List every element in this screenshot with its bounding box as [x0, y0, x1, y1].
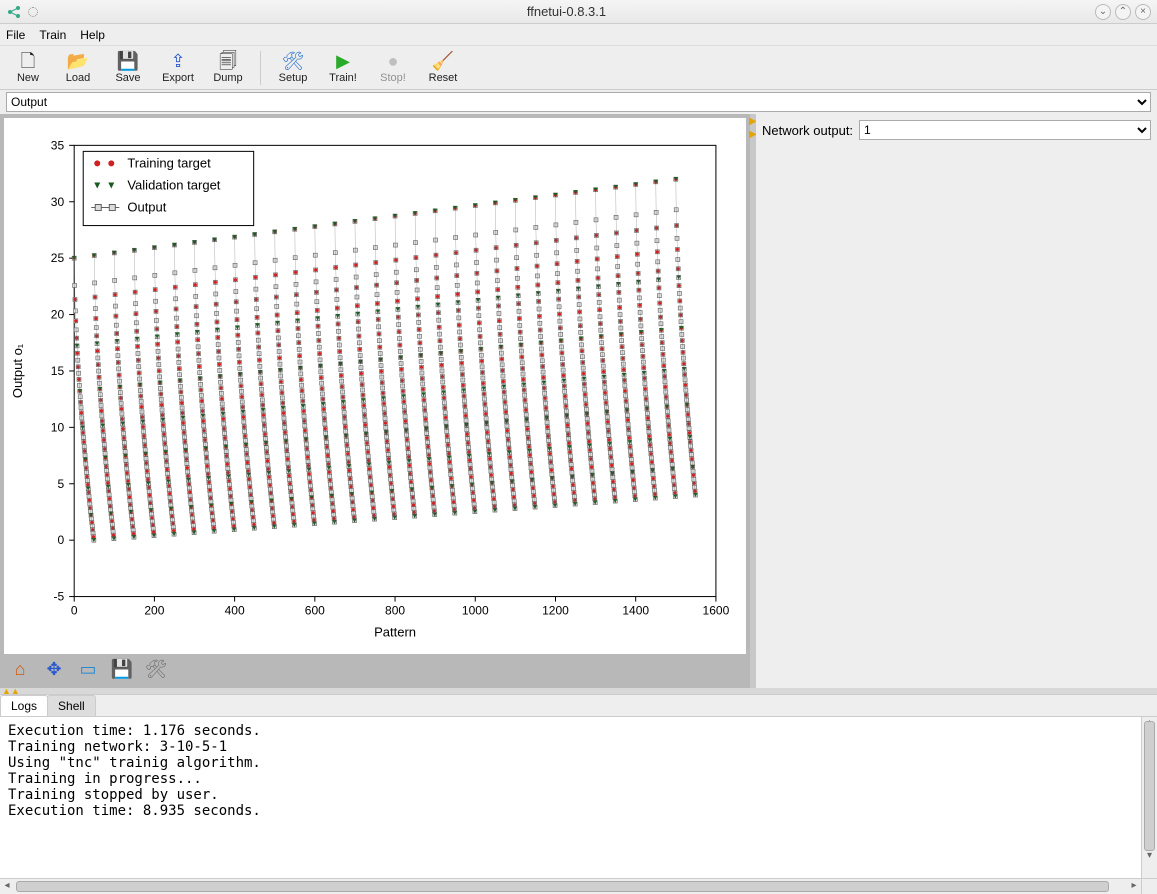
minimize-button[interactable]: ⌄ — [1095, 4, 1111, 20]
floppy-icon: 💾 — [117, 52, 139, 72]
save-label: Save — [115, 72, 140, 84]
svg-text:10: 10 — [51, 420, 65, 434]
tools-icon: 🛠 — [282, 52, 305, 72]
plot-home-button[interactable]: ⌂ — [8, 657, 32, 681]
plot-save-button[interactable]: 💾 — [110, 657, 134, 681]
scroll-down-icon[interactable]: ▾ — [1142, 850, 1157, 864]
scroll-left-icon[interactable]: ◂ — [0, 879, 14, 894]
log-text[interactable]: Execution time: 1.176 seconds. Training … — [0, 717, 1141, 878]
bottom-panel: Logs Shell Execution time: 1.176 seconds… — [0, 694, 1157, 894]
svg-text:Training target: Training target — [127, 155, 211, 170]
new-file-icon: 🗋 — [21, 52, 35, 72]
window-title: ffnetui-0.8.3.1 — [38, 4, 1095, 19]
svg-text:800: 800 — [385, 604, 405, 618]
export-label: Export — [162, 72, 194, 84]
load-button[interactable]: 📂 Load — [56, 48, 100, 88]
stop-icon: ● — [388, 52, 399, 72]
dump-button[interactable]: 🗐 Dump — [206, 48, 250, 88]
toolbar-separator — [260, 51, 261, 85]
menu-train[interactable]: Train — [39, 28, 66, 42]
scroll-right-icon[interactable]: ▸ — [1127, 879, 1141, 894]
log-area: Execution time: 1.176 seconds. Training … — [0, 717, 1157, 878]
new-button[interactable]: 🗋 New — [6, 48, 50, 88]
svg-text:200: 200 — [144, 604, 164, 618]
menu-file[interactable]: File — [6, 28, 25, 42]
export-button[interactable]: ⇪ Export — [156, 48, 200, 88]
plot-pan-button[interactable]: ✥ — [42, 657, 66, 681]
folder-open-icon: 📂 — [67, 52, 89, 72]
plot-canvas[interactable]: 0 200 400 600 800 1000 1200 1400 1600 -5 0 5 10 15 20 2… — [4, 118, 746, 654]
floppy-icon: 💾 — [111, 659, 133, 680]
maximize-button[interactable]: ⌃ — [1115, 4, 1131, 20]
scrollbar-thumb[interactable] — [1144, 721, 1155, 851]
svg-text:-5: -5 — [53, 590, 64, 604]
titlebar: ffnetui-0.8.3.1 ⌄ ⌃ × — [0, 0, 1157, 24]
network-output-select[interactable]: 1 — [859, 120, 1151, 140]
svg-text:400: 400 — [225, 604, 245, 618]
setup-button[interactable]: 🛠 Setup — [271, 48, 315, 88]
play-icon: ▶ — [336, 52, 350, 72]
setup-label: Setup — [279, 72, 308, 84]
toolbar: 🗋 New 📂 Load 💾 Save ⇪ Export 🗐 Dump 🛠 Se… — [0, 46, 1157, 90]
svg-text:1600: 1600 — [703, 604, 730, 618]
stop-button[interactable]: ● Stop! — [371, 48, 415, 88]
svg-text:Validation target: Validation target — [127, 177, 220, 192]
app-secondary-icon — [28, 7, 38, 17]
menu-help[interactable]: Help — [80, 28, 105, 42]
svg-text:1200: 1200 — [542, 604, 569, 618]
dump-icon: 🗐 — [219, 52, 237, 72]
tab-logs[interactable]: Logs — [0, 695, 48, 716]
svg-text:35: 35 — [51, 138, 65, 152]
svg-text:0: 0 — [71, 604, 78, 618]
svg-text:20: 20 — [51, 308, 65, 322]
side-panel: Network output: 1 — [756, 114, 1157, 688]
train-label: Train! — [329, 72, 357, 84]
svg-text:0: 0 — [57, 533, 64, 547]
app-icon — [6, 4, 22, 20]
vertical-scrollbar[interactable]: ▴ ▾ — [1141, 717, 1157, 878]
wrench-icon: 🛠 — [145, 659, 168, 680]
resize-grip[interactable] — [1141, 879, 1157, 894]
home-icon: ⌂ — [15, 659, 26, 680]
svg-text:25: 25 — [51, 251, 65, 265]
plot-config-button[interactable]: 🛠 — [144, 657, 168, 681]
broom-icon: 🧹 — [432, 52, 454, 72]
horizontal-scrollbar[interactable]: ◂ ▸ — [0, 879, 1141, 894]
tab-shell[interactable]: Shell — [47, 695, 96, 716]
svg-text:1400: 1400 — [622, 604, 649, 618]
stop-label: Stop! — [380, 72, 406, 84]
main-area: 0 200 400 600 800 1000 1200 1400 1600 -5 0 5 10 15 20 2… — [0, 114, 1157, 688]
reset-button[interactable]: 🧹 Reset — [421, 48, 465, 88]
load-label: Load — [66, 72, 90, 84]
svg-text:600: 600 — [305, 604, 325, 618]
plot-panel: 0 200 400 600 800 1000 1200 1400 1600 -5 0 5 10 15 20 2… — [0, 114, 750, 688]
svg-text:5: 5 — [57, 477, 64, 491]
train-button[interactable]: ▶ Train! — [321, 48, 365, 88]
svg-text:1000: 1000 — [462, 604, 489, 618]
plot-zoom-button[interactable]: ▭ — [76, 657, 100, 681]
save-button[interactable]: 💾 Save — [106, 48, 150, 88]
menubar: File Train Help — [0, 24, 1157, 46]
close-button[interactable]: × — [1135, 4, 1151, 20]
dump-label: Dump — [213, 72, 242, 84]
move-icon: ✥ — [46, 659, 61, 680]
new-label: New — [17, 72, 39, 84]
bottom-tabbar: Logs Shell — [0, 695, 1157, 717]
zoom-rect-icon: ▭ — [79, 659, 96, 680]
reset-label: Reset — [429, 72, 458, 84]
network-output-label: Network output: — [762, 123, 853, 138]
plot-nav-toolbar: ⌂ ✥ ▭ 💾 🛠 — [4, 654, 746, 684]
svg-text:Pattern: Pattern — [374, 625, 416, 640]
export-icon: ⇪ — [170, 52, 185, 72]
scrollbar-thumb[interactable] — [16, 881, 1109, 892]
svg-text:Output: Output — [127, 200, 166, 215]
view-selector-row: Output — [0, 90, 1157, 114]
svg-text:15: 15 — [51, 364, 65, 378]
view-selector[interactable]: Output — [6, 92, 1151, 112]
svg-text:Output o₁: Output o₁ — [10, 343, 25, 398]
svg-text:30: 30 — [51, 195, 65, 209]
